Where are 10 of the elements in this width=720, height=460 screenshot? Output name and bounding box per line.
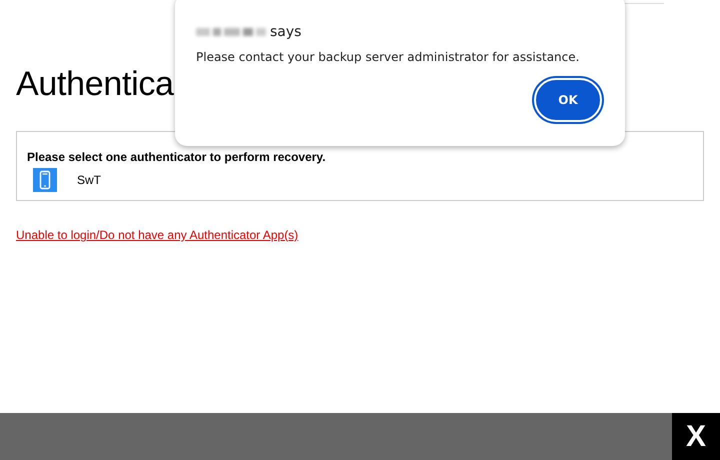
dialog-title: says xyxy=(270,24,302,40)
close-button[interactable]: X xyxy=(672,413,720,460)
ok-button[interactable]: OK xyxy=(534,78,602,122)
dialog-message: Please contact your backup server administrator for assistance. xyxy=(196,50,580,64)
phone-icon[interactable] xyxy=(33,168,57,192)
authenticator-label[interactable]: SwT xyxy=(77,173,101,187)
panel-prompt: Please select one authenticator to perform recovery. xyxy=(27,150,327,164)
page-heading: Authentica xyxy=(16,64,174,105)
blurred-text-drawing xyxy=(196,27,266,37)
help-link[interactable]: Unable to login/Do not have any Authenticator App(s) xyxy=(16,228,298,242)
